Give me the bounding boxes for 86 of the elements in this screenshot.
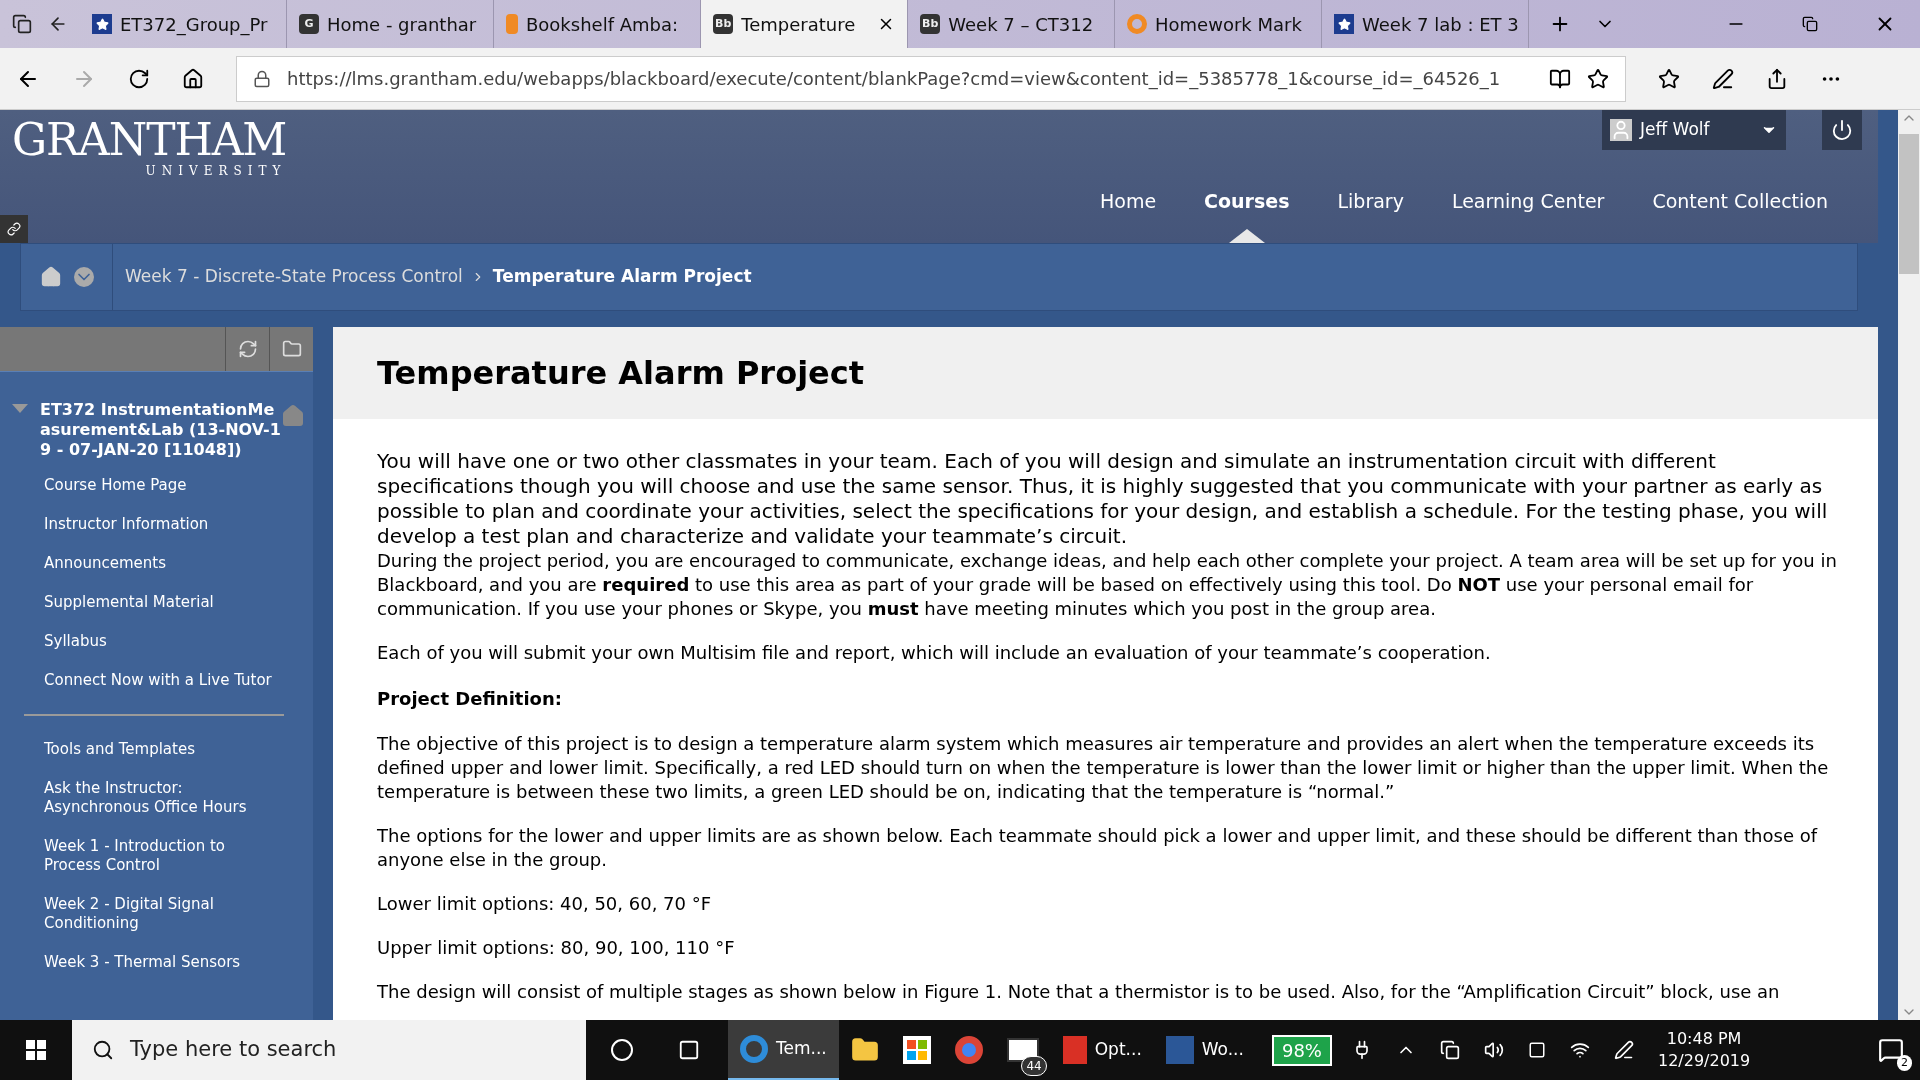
refresh-icon: [237, 339, 258, 359]
pen-icon[interactable]: [1712, 67, 1734, 90]
power-icon: [1831, 119, 1853, 141]
breadcrumb-item[interactable]: Week 7 - Discrete-State Process Control: [125, 264, 463, 290]
sidebar-link[interactable]: Course Home Page: [44, 476, 301, 495]
refresh-icon[interactable]: [128, 67, 150, 90]
nav-link[interactable]: Courses: [1204, 187, 1290, 216]
favorite-icon[interactable]: [1587, 67, 1609, 90]
sidebar-link[interactable]: Connect Now with a Live Tutor: [44, 671, 301, 690]
sidebar-link[interactable]: Week 1 - Introduction to Process Control: [44, 837, 284, 875]
home-icon[interactable]: [182, 67, 204, 90]
lifebuoy-icon: [1127, 14, 1147, 34]
breadcrumb-item[interactable]: Temperature Alarm Project: [492, 264, 752, 290]
mail-icon: [1006, 1038, 1039, 1062]
paragraph: The design will consist of multiple stages as shown below in Figure 1. Note that a thermistor is to be used. Also, for the “Amplification Circuit” block, use an: [377, 980, 1781, 1004]
share-icon[interactable]: [1766, 67, 1788, 90]
bookmark-icon: [506, 14, 518, 34]
task-view-icon[interactable]: [678, 1039, 700, 1061]
logout-button[interactable]: [1822, 110, 1862, 150]
taskbar-app[interactable]: Wo...: [1153, 1020, 1256, 1080]
logo-subtitle: UNIVERSITY: [144, 163, 287, 180]
tabs-icon[interactable]: [12, 14, 32, 34]
speaker-icon[interactable]: [1483, 1040, 1504, 1060]
lock-icon: [253, 69, 271, 88]
browser-icon: [740, 1035, 768, 1063]
clock-date[interactable]: 12/29/2019: [1657, 1050, 1751, 1072]
store-icon: [902, 1036, 931, 1064]
folder-icon: [850, 1036, 879, 1064]
document-icon: [1165, 1036, 1194, 1064]
browser-tab[interactable]: Bb Temperature: [701, 0, 908, 48]
tab-title: Week 7 – CT312: [948, 12, 1094, 37]
sidebar-link[interactable]: Week 2 - Digital Signal Conditioning: [44, 895, 284, 933]
paragraph: The options for the lower and upper limits are as shown below. Each teammate should pick a lower and upper limit, and these should be different than those of anyone else in the group.: [377, 824, 1819, 872]
logo-text[interactable]: GRANTHAM: [12, 118, 287, 162]
taskbar-app[interactable]: Opt...: [1050, 1020, 1154, 1080]
nav-link[interactable]: Library: [1337, 187, 1404, 216]
search-icon: [92, 1039, 114, 1061]
windows-icon[interactable]: [26, 1040, 46, 1060]
reading-view-icon[interactable]: [1549, 67, 1571, 90]
sidebar-link[interactable]: Week 3 - Thermal Sensors: [44, 953, 284, 972]
nav-link[interactable]: Learning Center: [1451, 187, 1605, 216]
sidebar-link[interactable]: Ask the Instructor: Asynchronous Office Hours: [44, 779, 284, 817]
site-icon: Bb: [713, 14, 734, 34]
tab-title: Temperature: [741, 12, 856, 37]
sidebar-link[interactable]: Tools and Templates: [44, 740, 284, 759]
restore-icon[interactable]: [1802, 16, 1818, 32]
tab-title: Homework Mark: [1155, 12, 1302, 37]
scroll-thumb[interactable]: [1899, 134, 1919, 274]
section-heading: Project Definition:: [377, 687, 563, 711]
nav-link[interactable]: Content Collection: [1652, 187, 1828, 216]
paragraph: Each of you will submit your own Multisim file and report, which will include an evaluation of your teammate’s cooperation.: [377, 641, 1492, 665]
site-icon: G: [299, 14, 319, 34]
paragraph: The objective of this project is to design a temperature alarm system which measures air temperature and provides an alert when the temperature exceeds its defined upper and lower limit. Specifically, a red LED should turn on when the temperature is lower than the lower limit or higher than the upper limit. When the temperature is between these two limits, a green LED should be on, indicating that the temperature is “normal.”: [377, 732, 1830, 804]
count-badge: 44: [1021, 1056, 1047, 1076]
search-field[interactable]: Type here to search: [72, 1020, 586, 1080]
cortana-icon[interactable]: [610, 1038, 634, 1062]
tab-title: Bookshelf Amba:: [526, 12, 679, 37]
nav-link[interactable]: Home: [1099, 187, 1157, 216]
page-title: Temperature Alarm Project: [377, 353, 865, 394]
paragraph: During the project period, you are encouraged to communicate, exchange ideas, and help each other complete your project. A team area will be set up for you in Blackboard, and you are required to use this area as part of your grade will be based on effectively using this tool. Do NOT use your personal email for communication. If you use your phones or Skype, you must have meeting minutes which you post in the group area.: [377, 549, 1838, 621]
count-badge: 2: [1897, 1054, 1912, 1071]
link-icon[interactable]: [7, 222, 21, 236]
user-icon: [1610, 119, 1632, 141]
taskbar-app[interactable]: Tem...: [728, 1020, 839, 1080]
tab-title: Week 7 lab : ET 3: [1362, 12, 1519, 37]
paragraph: Upper limit options: 80, 90, 100, 110 °F: [377, 936, 736, 960]
browser-icon: [954, 1036, 983, 1064]
menu-chevron-icon[interactable]: [73, 267, 94, 287]
wifi-icon[interactable]: [1569, 1040, 1590, 1060]
user-menu[interactable]: Jeff Wolf: [1602, 110, 1786, 150]
paragraph: You will have one or two other classmates in your team. Each of you will design and simulate an instrumentation circuit with different specifications though you will choose and use the same sensor. Thus, it is highly suggested that you communicate with your partner as early as possible to plan and coordinate your activities, select the specifications for your design, and establish a schedule. For the testing phase, you will develop a test plan and characterize and validate your teammate’s circuit.: [377, 449, 1829, 549]
document-icon: [1062, 1036, 1087, 1064]
paragraph: Lower limit options: 40, 50, 60, 70 °F: [377, 892, 713, 916]
course-title[interactable]: ET372 InstrumentationMeasurement&Lab (13-NOV-19 - 07-JAN-20 [11048]): [40, 400, 285, 460]
sidebar-link[interactable]: Syllabus: [44, 632, 301, 651]
favorites-icon[interactable]: [1658, 67, 1680, 90]
tab-title: Home - granthar: [327, 12, 477, 37]
clock-time[interactable]: 10:48 PM: [1666, 1028, 1742, 1050]
tab-title: ET372_Group_Pr: [120, 12, 268, 38]
sidebar-link[interactable]: Announcements: [44, 554, 301, 573]
sidebar-link[interactable]: Instructor Information: [44, 515, 301, 534]
folder-icon: [281, 339, 302, 359]
address-field[interactable]: https://lms.grantham.edu/webapps/blackboard/execute/content/blankPage?cmd=view&content_id=_5385778_1&course_id=_64526_1: [236, 55, 1626, 102]
site-icon: Bb: [920, 14, 941, 34]
taskbar-app[interactable]: 44: [994, 1020, 1051, 1080]
sidebar-link[interactable]: Supplemental Material: [44, 593, 301, 612]
